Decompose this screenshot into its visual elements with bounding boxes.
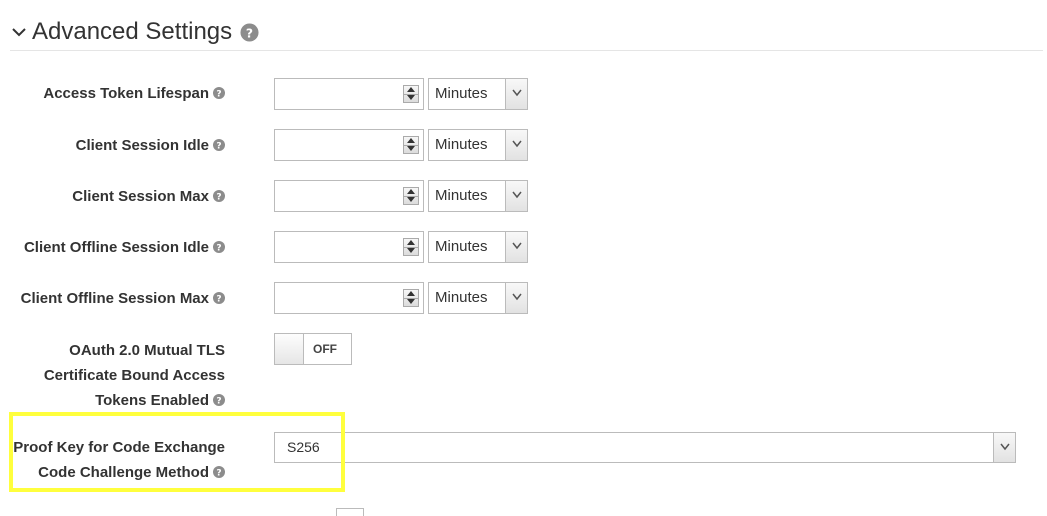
access-token-lifespan-input[interactable] [274,78,424,110]
select-caret[interactable] [505,181,527,211]
client-offline-session-max-input[interactable] [274,282,424,314]
decrement-button[interactable] [404,94,418,102]
chevron-down-icon [999,443,1010,451]
svg-text:?: ? [216,397,221,407]
client-session-idle-unit-select[interactable]: Minutes [428,129,528,161]
client-session-max-input[interactable] [274,180,424,212]
access-token-lifespan-unit-select[interactable]: Minutes [428,78,528,110]
help-icon[interactable]: ? [213,190,225,202]
pkce-method-select[interactable]: S256 [274,432,1016,463]
client-session-max-unit-select[interactable]: Minutes [428,180,528,212]
help-icon[interactable]: ? [213,241,225,253]
select-caret[interactable] [993,433,1015,462]
caret-down-icon [407,248,415,253]
spinner[interactable] [403,238,419,256]
chevron-down-icon [511,293,522,301]
spinner[interactable] [403,187,419,205]
caret-up-icon [407,87,415,92]
client-session-idle-input[interactable] [274,129,424,161]
svg-text:?: ? [216,142,221,152]
number-field[interactable] [275,79,411,109]
svg-text:?: ? [216,90,221,100]
client-offline-session-idle-unit-select[interactable]: Minutes [428,231,528,263]
section-title: Advanced Settings [32,18,233,45]
client-offline-session-idle-label: Client Offline Session Idle? [24,235,225,260]
caret-up-icon [407,189,415,194]
number-field[interactable] [275,232,411,262]
help-icon[interactable]: ? [213,87,225,99]
highlight-box [9,412,345,492]
decrement-button[interactable] [404,247,418,255]
select-caret[interactable] [505,232,527,262]
chevron-down-icon [511,140,522,148]
help-icon[interactable]: ? [213,139,225,151]
caret-down-icon [407,299,415,304]
svg-text:?: ? [216,193,221,203]
client-offline-session-max-label: Client Offline Session Max? [21,286,225,311]
number-field[interactable] [275,130,411,160]
select-caret[interactable] [505,79,527,109]
client-offline-session-idle-input[interactable] [274,231,424,263]
chevron-down-icon [511,89,522,97]
spinner[interactable] [403,85,419,103]
client-session-max-label: Client Session Max? [72,184,225,209]
svg-text:?: ? [216,295,221,305]
client-offline-session-max-unit-select[interactable]: Minutes [428,282,528,314]
chevron-down-icon [511,191,522,199]
client-session-idle-label: Client Session Idle? [76,133,225,158]
caret-down-icon [407,95,415,100]
toggle-state-label: OFF [313,342,337,356]
decrement-button[interactable] [404,196,418,204]
svg-text:?: ? [246,26,253,40]
mtls-label: OAuth 2.0 Mutual TLS Certificate Bound A… [43,342,225,409]
access-token-lifespan-label: Access Token Lifespan? [43,81,225,106]
chevron-down-icon [511,242,522,250]
chevron-down-icon[interactable] [10,23,28,41]
select-caret[interactable] [505,130,527,160]
select-caret[interactable] [505,283,527,313]
caret-up-icon [407,138,415,143]
spinner[interactable] [403,136,419,154]
svg-text:?: ? [216,244,221,254]
caret-down-icon [407,197,415,202]
number-field[interactable] [275,181,411,211]
toggle-knob[interactable] [275,334,304,364]
decrement-button[interactable] [404,298,418,306]
caret-up-icon [407,240,415,245]
caret-up-icon [407,291,415,296]
help-icon[interactable]: ? [213,394,225,406]
spinner[interactable] [403,289,419,307]
mtls-toggle-switch[interactable]: OFF [274,333,352,365]
number-field[interactable] [275,283,411,313]
decrement-button[interactable] [404,145,418,153]
help-icon[interactable]: ? [213,292,225,304]
caret-down-icon [407,146,415,151]
help-icon[interactable]: ? [240,22,259,42]
advanced-settings-header[interactable]: Advanced Settings ? [10,14,1043,51]
